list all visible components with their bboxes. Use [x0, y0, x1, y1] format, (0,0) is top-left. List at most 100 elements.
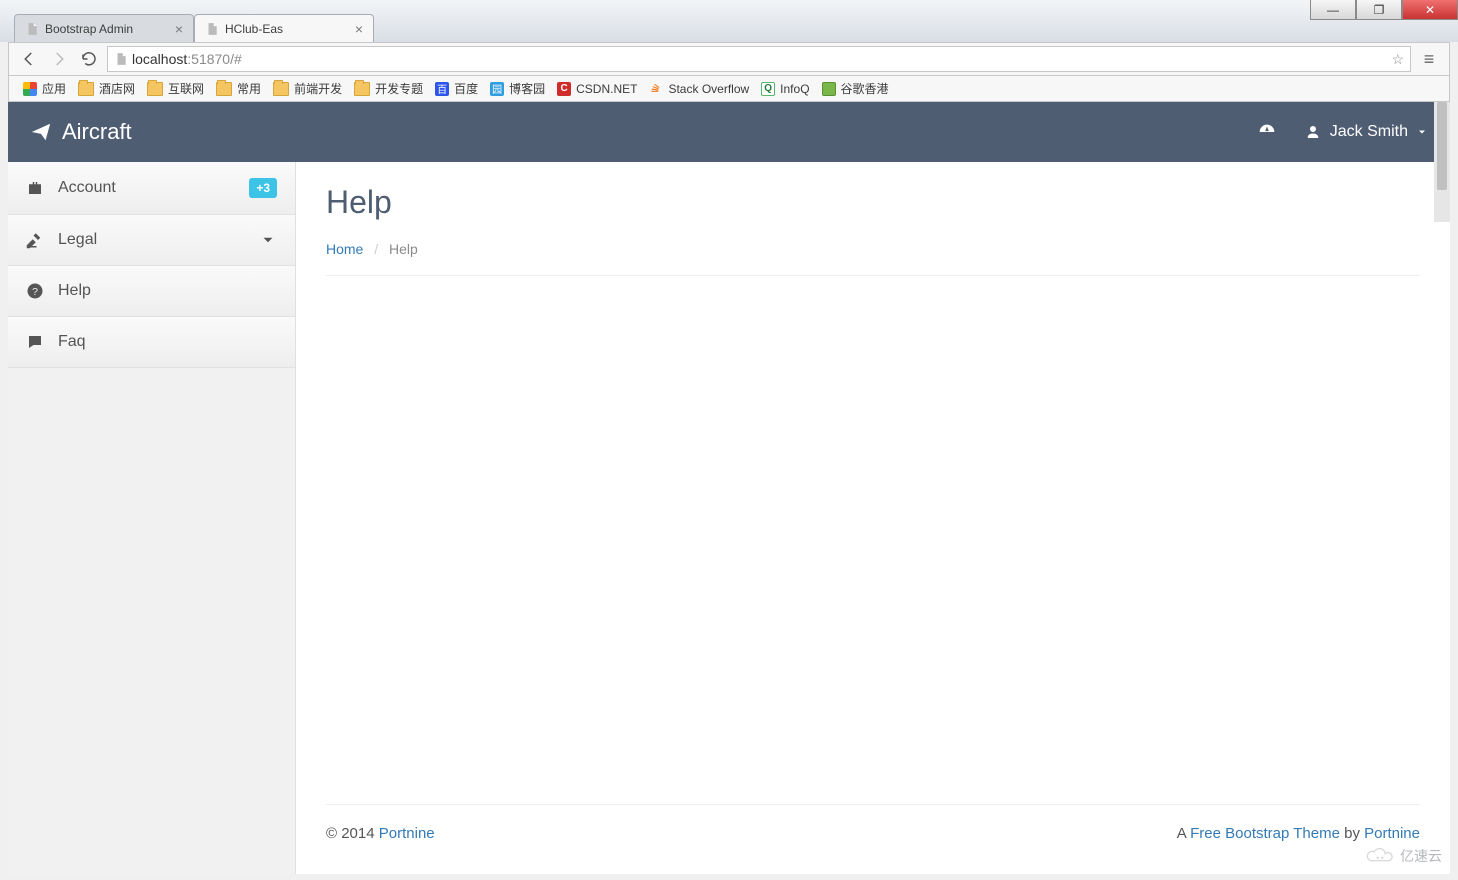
bookmark-label: 常用 [237, 80, 261, 97]
breadcrumb-separator: / [374, 241, 378, 257]
window-controls: — ❐ ✕ [1310, 0, 1458, 20]
sidebar-item-label: Account [58, 179, 116, 197]
bookmark-folder[interactable]: 互联网 [143, 78, 208, 99]
browser-tab-active[interactable]: HClub-Eas × [194, 14, 374, 42]
folder-icon [78, 82, 94, 96]
gavel-icon [26, 231, 44, 249]
brand-label: Aircraft [62, 119, 132, 145]
apps-icon [23, 82, 37, 96]
bookmark-label: 互联网 [168, 80, 204, 97]
breadcrumb-home-link[interactable]: Home [326, 241, 363, 257]
cloud-icon [1366, 847, 1394, 865]
bookmark-csdn[interactable]: C CSDN.NET [553, 80, 641, 98]
user-menu[interactable]: Jack Smith [1304, 123, 1428, 141]
scrollbar-thumb[interactable] [1437, 102, 1447, 190]
bookmark-label: CSDN.NET [576, 82, 637, 96]
navbar-right: Jack Smith [1256, 121, 1428, 143]
bookmark-google-hk[interactable]: 谷歌香港 [818, 78, 893, 99]
watermark-label: 亿速云 [1400, 846, 1442, 866]
bookmark-label: 百度 [454, 80, 478, 97]
bookmark-folder[interactable]: 酒店网 [74, 78, 139, 99]
close-icon[interactable]: × [175, 21, 183, 37]
sidebar-item-label: Legal [58, 231, 97, 249]
file-icon [114, 52, 128, 66]
address-bar[interactable]: localhost:51870/# ☆ [107, 46, 1411, 72]
send-icon [30, 121, 52, 143]
footer-link-portnine[interactable]: Portnine [1364, 825, 1420, 842]
bookmark-label: 应用 [42, 80, 66, 97]
app-layout: Account +3 Legal ? Help Faq Help Home / [8, 162, 1450, 874]
sidebar-item-faq[interactable]: Faq [8, 317, 295, 368]
close-icon[interactable]: × [355, 21, 363, 37]
back-button[interactable] [17, 47, 41, 71]
bookmark-label: 开发专题 [375, 80, 423, 97]
footer-copyright: © 2014 [326, 825, 379, 842]
reload-button[interactable] [77, 47, 101, 71]
forward-button[interactable] [47, 47, 71, 71]
window-maximize-button[interactable]: ❐ [1356, 0, 1402, 20]
file-icon [205, 22, 219, 36]
sidebar-badge: +3 [249, 178, 277, 198]
vertical-scrollbar[interactable] [1434, 102, 1450, 222]
bookmark-folder[interactable]: 常用 [212, 78, 265, 99]
site-icon: C [557, 82, 571, 96]
site-icon [822, 82, 836, 96]
footer-right: A Free Bootstrap Theme by Portnine [1177, 825, 1420, 842]
chrome-menu-button[interactable]: ≡ [1417, 49, 1441, 70]
bookmark-folder[interactable]: 开发专题 [350, 78, 427, 99]
bookmark-star-icon[interactable]: ☆ [1391, 51, 1404, 68]
bookmark-boke[interactable]: 园博客园 [486, 78, 549, 99]
bookmark-label: Stack Overflow [668, 82, 749, 96]
bookmark-baidu[interactable]: 百百度 [431, 78, 482, 99]
browser-tab-strip: Bootstrap Admin × HClub-Eas × [14, 14, 1444, 42]
main-content: Help Home / Help © 2014 Portnine A Free … [296, 162, 1450, 874]
footer-left: © 2014 Portnine [326, 825, 435, 842]
brand[interactable]: Aircraft [30, 119, 132, 145]
breadcrumb-current: Help [389, 241, 418, 257]
browser-toolbar: localhost:51870/# ☆ ≡ [8, 42, 1450, 76]
footer: © 2014 Portnine A Free Bootstrap Theme b… [326, 804, 1420, 852]
window-close-button[interactable]: ✕ [1402, 0, 1458, 20]
bookmark-folder[interactable]: 前端开发 [269, 78, 346, 99]
comment-icon [26, 333, 44, 351]
user-name: Jack Smith [1330, 123, 1408, 141]
sidebar: Account +3 Legal ? Help Faq [8, 162, 296, 874]
sidebar-item-account[interactable]: Account +3 [8, 162, 295, 215]
sidebar-item-label: Help [58, 282, 91, 300]
bookmark-apps[interactable]: 应用 [19, 78, 70, 99]
bookmark-label: 谷歌香港 [841, 80, 889, 97]
svg-text:?: ? [32, 286, 38, 298]
sidebar-item-label: Faq [58, 333, 86, 351]
bookmark-label: 博客园 [509, 80, 545, 97]
briefcase-icon [26, 179, 44, 197]
arrow-left-icon [20, 50, 38, 68]
folder-icon [273, 82, 289, 96]
window-minimize-button[interactable]: — [1310, 0, 1356, 20]
page-viewport: Aircraft Jack Smith Account +3 Legal [8, 102, 1450, 874]
file-icon [25, 22, 39, 36]
site-icon: Q [761, 82, 775, 96]
chevron-down-icon [1416, 126, 1428, 138]
sidebar-item-help[interactable]: ? Help [8, 266, 295, 317]
bookmark-label: InfoQ [780, 82, 809, 96]
bookmark-infoq[interactable]: Q InfoQ [757, 80, 813, 98]
app-navbar: Aircraft Jack Smith [8, 102, 1450, 162]
folder-icon [147, 82, 163, 96]
browser-tab[interactable]: Bootstrap Admin × [14, 14, 194, 42]
watermark: 亿速云 [1366, 846, 1442, 866]
url-text: localhost:51870/# [132, 51, 242, 67]
footer-link-portnine[interactable]: Portnine [379, 825, 435, 842]
user-icon [1304, 123, 1322, 141]
footer-text: A [1177, 825, 1190, 842]
footer-link-theme[interactable]: Free Bootstrap Theme [1190, 825, 1340, 842]
site-icon: 百 [435, 82, 449, 96]
arrow-right-icon [50, 50, 68, 68]
folder-icon [354, 82, 370, 96]
chevron-down-icon [259, 231, 277, 249]
footer-text: by [1340, 825, 1364, 842]
dashboard-icon[interactable] [1256, 121, 1278, 143]
browser-tab-title: Bootstrap Admin [45, 22, 169, 36]
folder-icon [216, 82, 232, 96]
sidebar-item-legal[interactable]: Legal [8, 215, 295, 266]
bookmark-stackoverflow[interactable]: Stack Overflow [645, 80, 753, 98]
